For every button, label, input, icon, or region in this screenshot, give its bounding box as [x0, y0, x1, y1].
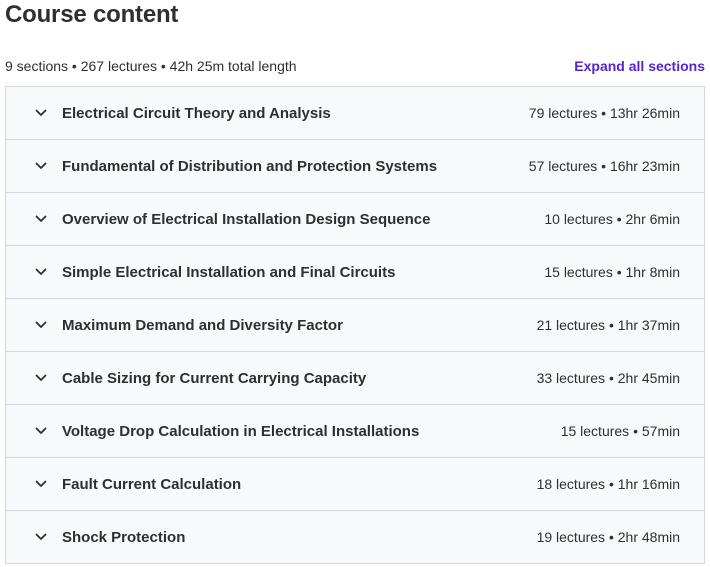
expand-all-sections-button[interactable]: Expand all sections [574, 58, 705, 74]
section-title: Electrical Circuit Theory and Analysis [62, 104, 331, 122]
section-title: Maximum Demand and Diversity Factor [62, 316, 343, 334]
chevron-down-icon [34, 106, 48, 120]
section-title: Fundamental of Distribution and Protecti… [62, 157, 438, 175]
section-header-3[interactable]: Overview of Electrical Installation Desi… [6, 193, 704, 246]
section-meta: 15 lectures • 57min [560, 423, 680, 439]
section-title: Fault Current Calculation [62, 475, 242, 493]
section-meta: 10 lectures • 2hr 6min [544, 211, 680, 227]
section-title: Cable Sizing for Current Carrying Capaci… [62, 369, 367, 387]
section-title: Simple Electrical Installation and Final… [62, 263, 396, 281]
section-meta: 15 lectures • 1hr 8min [544, 264, 680, 280]
chevron-down-icon [34, 265, 48, 279]
chevron-down-icon [34, 477, 48, 491]
chevron-down-icon [34, 212, 48, 226]
section-header-2[interactable]: Fundamental of Distribution and Protecti… [6, 140, 704, 193]
section-meta: 18 lectures • 1hr 16min [536, 476, 680, 492]
section-header-5[interactable]: Maximum Demand and Diversity Factor 21 l… [6, 299, 704, 352]
course-summary: 9 sections • 267 lectures • 42h 25m tota… [5, 58, 297, 74]
section-meta: 33 lectures • 2hr 45min [536, 370, 680, 386]
section-header-6[interactable]: Cable Sizing for Current Carrying Capaci… [6, 352, 704, 405]
section-meta: 57 lectures • 16hr 23min [528, 158, 680, 174]
section-meta: 21 lectures • 1hr 37min [536, 317, 680, 333]
section-header-9[interactable]: Shock Protection 19 lectures • 2hr 48min [6, 511, 704, 564]
chevron-down-icon [34, 159, 48, 173]
section-meta: 79 lectures • 13hr 26min [528, 105, 680, 121]
chevron-down-icon [34, 424, 48, 438]
section-header-1[interactable]: Electrical Circuit Theory and Analysis 7… [6, 87, 704, 140]
section-meta: 19 lectures • 2hr 48min [536, 529, 680, 545]
sections-list: Electrical Circuit Theory and Analysis 7… [5, 86, 705, 564]
course-summary-row: 9 sections • 267 lectures • 42h 25m tota… [5, 56, 705, 76]
section-header-7[interactable]: Voltage Drop Calculation in Electrical I… [6, 405, 704, 458]
section-title: Overview of Electrical Installation Desi… [62, 210, 431, 228]
section-title: Voltage Drop Calculation in Electrical I… [62, 422, 420, 440]
section-title: Shock Protection [62, 528, 186, 546]
chevron-down-icon [34, 371, 48, 385]
section-header-4[interactable]: Simple Electrical Installation and Final… [6, 246, 704, 299]
chevron-down-icon [34, 530, 48, 544]
page-title: Course content [5, 1, 179, 28]
chevron-down-icon [34, 318, 48, 332]
section-header-8[interactable]: Fault Current Calculation 18 lectures • … [6, 458, 704, 511]
